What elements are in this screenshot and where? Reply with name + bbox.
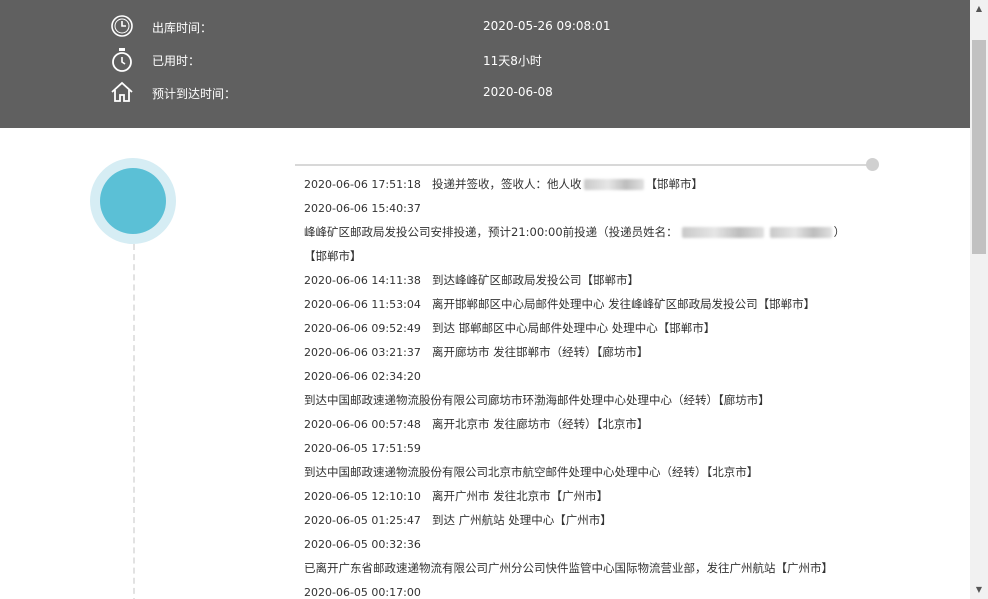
timeline-status-dot: [100, 168, 166, 234]
redacted-courier-phone: [769, 227, 832, 238]
timeline-dashed-line: [133, 244, 135, 599]
tracking-entry: 2020-06-06 14:11:38 到达峰峰矿区邮政局发投公司【邯郸市】: [304, 273, 639, 287]
clock-icon: [110, 14, 134, 38]
eta-label: 预计到达时间：: [152, 87, 237, 101]
tracking-entry-continued: 峰峰矿区邮政局发投公司安排投递，预计21:00:00前投递（投递员姓名：）: [304, 225, 846, 239]
elapsed-time-label: 已用时：: [152, 54, 201, 68]
tracking-entry: 2020-06-05 17:51:59: [304, 442, 421, 455]
elapsed-time-row: 已用时： 11天8小时: [0, 47, 970, 75]
scroll-down-arrow-icon[interactable]: ▼: [970, 581, 988, 599]
scrollbar-thumb[interactable]: [972, 40, 986, 254]
eta-row: 预计到达时间： 2020-06-08: [0, 80, 970, 108]
tracking-entry-continued: 【邯郸市】: [304, 249, 362, 263]
tracking-entry: 2020-06-05 12:10:10 离开广州市 发往北京市【广州市】: [304, 489, 609, 503]
tracking-entry: 2020-06-06 09:52:49 到达 邯郸邮区中心局邮件处理中心 处理中心…: [304, 321, 716, 335]
tracking-entry-continued: 已离开广东省邮政速递物流有限公司广州分公司快件监管中心国际物流营业部，发往广州航…: [304, 561, 833, 575]
scroll-up-arrow-icon[interactable]: ▲: [970, 0, 988, 18]
redacted-recipient: [583, 179, 644, 190]
ship-time-value: 2020-05-26 09:08:01: [483, 19, 611, 33]
tracking-entries: 2020-06-06 17:51:18 投递并签收，签收人：他人收 【邯郸市】 20…: [304, 172, 864, 599]
tracking-entry: 2020-06-06 15:40:37: [304, 202, 421, 215]
tracking-entry: 2020-06-05 00:17:00: [304, 586, 421, 599]
timeline-status-ring: [90, 158, 176, 244]
tracking-entry: 2020-06-05 01:25:47 到达 广州航站 处理中心【广州市】: [304, 513, 612, 527]
eta-value: 2020-06-08: [483, 85, 553, 99]
stopwatch-icon: [110, 47, 134, 72]
shipment-summary-panel: 出库时间： 2020-05-26 09:08:01 已用时： 11天8小时 预计…: [0, 0, 970, 128]
tracking-timeline: 2020-06-06 17:51:18 投递并签收，签收人：他人收 【邯郸市】 20…: [0, 128, 970, 599]
tracking-entry: 2020-06-06 17:51:18 投递并签收，签收人：他人收 【邯郸市】: [304, 177, 703, 191]
elapsed-time-value: 11天8小时: [483, 54, 542, 68]
ship-time-row: 出库时间： 2020-05-26 09:08:01: [0, 14, 970, 42]
tracking-entry: 2020-06-06 02:34:20: [304, 370, 421, 383]
tracking-entry: 2020-06-06 00:57:48 离开北京市 发往廊坊市（经转）【北京市】: [304, 417, 649, 431]
tracking-entry: 2020-06-05 00:32:36: [304, 538, 421, 551]
vertical-scrollbar[interactable]: ▲ ▼: [970, 0, 988, 599]
timeline-top-divider: [295, 164, 868, 166]
tracking-entry: 2020-06-06 11:53:04 离开邯郸邮区中心局邮件处理中心 发往峰峰矿…: [304, 297, 816, 311]
ship-time-label: 出库时间：: [152, 21, 213, 35]
timeline-end-knob: [866, 158, 879, 171]
tracking-entry-continued: 到达中国邮政速递物流股份有限公司北京市航空邮件处理中心处理中心（经转）【北京市】: [304, 465, 759, 479]
redacted-courier-name: [681, 227, 764, 238]
tracking-entry: 2020-06-06 03:21:37 离开廊坊市 发往邯郸市（经转）【廊坊市】: [304, 345, 649, 359]
home-icon: [110, 80, 134, 104]
tracking-entry-continued: 到达中国邮政速递物流股份有限公司廊坊市环渤海邮件处理中心处理中心（经转）【廊坊市…: [304, 393, 770, 407]
